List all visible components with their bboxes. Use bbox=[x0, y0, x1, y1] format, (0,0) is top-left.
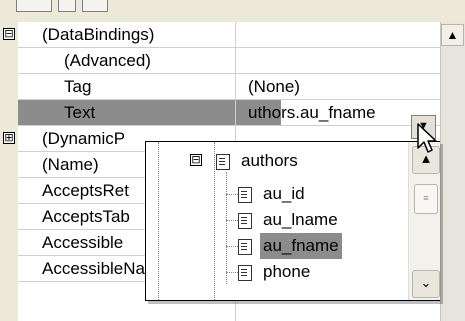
property-name: (DataBindings) bbox=[42, 25, 155, 44]
tree-line bbox=[226, 172, 227, 284]
tree-node-field[interactable]: phone bbox=[238, 259, 313, 285]
tree-node-field[interactable]: au_lname bbox=[238, 207, 341, 233]
field-icon bbox=[238, 264, 252, 281]
tree-node-label: au_id bbox=[263, 184, 305, 203]
tree-node-label: au_fname bbox=[260, 233, 342, 259]
toolbar-button[interactable] bbox=[16, 0, 52, 12]
toolbar bbox=[0, 0, 465, 22]
field-icon bbox=[238, 212, 252, 229]
property-value[interactable] bbox=[242, 48, 444, 73]
tree-line bbox=[214, 142, 215, 300]
tree-line bbox=[226, 220, 238, 221]
tree-node-label: au_lname bbox=[263, 210, 338, 229]
table-icon bbox=[216, 153, 230, 170]
collapse-icon[interactable]: ⊟ bbox=[3, 28, 15, 40]
tree-line bbox=[226, 246, 238, 247]
field-icon bbox=[238, 238, 252, 255]
grid-gutter bbox=[0, 22, 18, 321]
tree-line bbox=[226, 194, 238, 195]
tree-node-field[interactable]: au_id bbox=[238, 181, 308, 207]
collapse-authors-icon[interactable]: ⊟ bbox=[190, 154, 202, 166]
binding-tree: ⊟ authors au_id au_lname au_fname phone bbox=[146, 142, 406, 300]
property-row[interactable]: Text uthors.au_fname bbox=[18, 100, 440, 126]
property-value[interactable] bbox=[242, 22, 444, 47]
tree-node-authors[interactable]: authors bbox=[216, 148, 301, 174]
tree-node-field-selected[interactable]: au_fname bbox=[238, 233, 342, 259]
toolbar-button[interactable] bbox=[82, 0, 108, 12]
binding-dropdown[interactable]: ⊟ authors au_id au_lname au_fname phone … bbox=[145, 141, 440, 301]
property-row[interactable]: (DataBindings) bbox=[18, 22, 440, 48]
toolbar-button[interactable] bbox=[58, 0, 76, 12]
mouse-cursor-icon bbox=[417, 123, 437, 153]
property-value[interactable]: (None) bbox=[242, 74, 444, 99]
tree-node-label: phone bbox=[263, 262, 311, 281]
expand-icon[interactable]: ⊞ bbox=[3, 132, 15, 144]
dropdown-scrollbar[interactable]: ▲ ≡ ⌄ bbox=[408, 142, 440, 300]
tree-node-label: authors bbox=[241, 151, 298, 170]
property-row[interactable]: Tag (None) bbox=[18, 74, 440, 100]
tree-line bbox=[158, 142, 159, 300]
tree-line bbox=[226, 272, 238, 273]
grid-scrollbar[interactable] bbox=[440, 22, 465, 321]
scroll-thumb[interactable]: ≡ bbox=[414, 184, 438, 214]
property-row[interactable]: (Advanced) bbox=[18, 48, 440, 74]
scroll-down-icon[interactable]: ⌄ bbox=[412, 270, 440, 298]
scroll-up-icon[interactable]: ▲ bbox=[441, 24, 464, 46]
field-icon bbox=[238, 186, 252, 203]
